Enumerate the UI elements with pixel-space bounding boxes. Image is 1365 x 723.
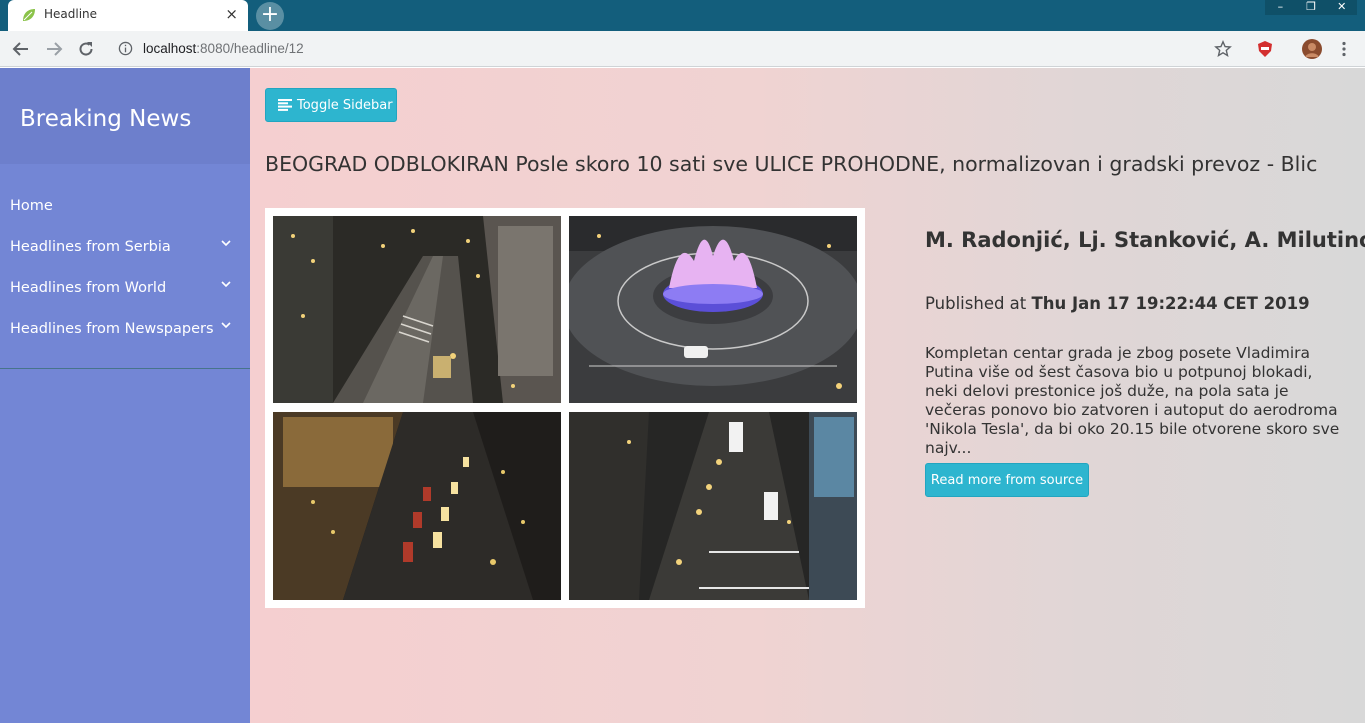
url-path: :8080/headline/12 [196, 41, 304, 56]
reload-icon [79, 42, 93, 56]
page: Breaking News Home Headlines from Serbia… [0, 68, 1365, 723]
window-controls: – ❐ ✕ [1265, 0, 1357, 15]
article-image[interactable] [265, 208, 865, 608]
browser-menu-button[interactable] [1334, 39, 1354, 59]
sidebar: Breaking News Home Headlines from Serbia… [0, 68, 250, 723]
url-host: localhost [143, 41, 197, 56]
reload-button[interactable] [74, 37, 98, 61]
chevron-down-icon [221, 240, 231, 247]
tab-title: Headline [44, 7, 98, 21]
adblock-extension-button[interactable] [1255, 39, 1275, 59]
profile-avatar [1302, 39, 1322, 59]
back-arrow-icon [12, 42, 28, 56]
minimize-button[interactable]: – [1265, 0, 1296, 15]
photo-street-night [273, 216, 561, 403]
kebab-menu-icon [1342, 41, 1346, 57]
new-tab-button[interactable]: + [256, 2, 284, 30]
chevron-down-icon [221, 322, 231, 329]
sidebar-title: Breaking News [0, 68, 250, 164]
browser-tab[interactable]: Headline × [8, 0, 248, 31]
url-text[interactable]: localhost:8080/headline/12 [143, 41, 304, 56]
sidebar-item-label: Headlines from Newspapers [10, 320, 214, 337]
profile-button[interactable] [1302, 39, 1322, 59]
photo-boulevard-traffic [273, 412, 561, 600]
forward-arrow-icon [47, 42, 63, 56]
browser-titlebar: Headline × + – ❐ ✕ [0, 0, 1365, 31]
sidebar-item-headlines-newspapers[interactable]: Headlines from Newspapers [0, 308, 250, 349]
leaf-favicon [23, 9, 35, 21]
photo-fountain [569, 216, 857, 403]
chevron-down-icon [221, 281, 231, 288]
published-timestamp: Thu Jan 17 19:22:44 CET 2019 [1031, 294, 1310, 313]
main-content: Toggle Sidebar BEOGRAD ODBLOKIRAN Posle … [250, 68, 1365, 723]
adblock-icon [1258, 41, 1272, 57]
back-button[interactable] [9, 37, 33, 61]
sidebar-item-headlines-world[interactable]: Headlines from World [0, 267, 250, 308]
address-bar[interactable]: localhost:8080/headline/12 [110, 35, 1200, 63]
sidebar-menu: Home Headlines from Serbia Headlines fro… [0, 164, 250, 369]
sidebar-item-home[interactable]: Home [0, 185, 250, 226]
toggle-sidebar-label: Toggle Sidebar [297, 97, 393, 113]
published-date: Published at Thu Jan 17 19:22:44 CET 201… [925, 294, 1310, 313]
browser-toolbar: localhost:8080/headline/12 [0, 31, 1365, 67]
star-icon [1214, 40, 1232, 57]
sidebar-item-label: Headlines from Serbia [10, 238, 171, 255]
bookmark-star-button[interactable] [1213, 39, 1233, 59]
photo-intersection-night [569, 412, 857, 600]
article-author: M. Radonjić, Lj. Stanković, A. Milutinov… [925, 228, 1365, 252]
info-icon[interactable] [118, 41, 133, 56]
article-summary: Kompletan centar grada je zbog posete Vl… [925, 344, 1340, 457]
read-more-button[interactable]: Read more from source [925, 463, 1089, 497]
align-left-icon [278, 99, 292, 111]
read-more-label: Read more from source [930, 472, 1084, 488]
forward-button[interactable] [42, 37, 66, 61]
restore-button[interactable]: ❐ [1296, 0, 1327, 15]
article-headline: BEOGRAD ODBLOKIRAN Posle skoro 10 sati s… [265, 152, 1318, 176]
sidebar-item-label: Headlines from World [10, 279, 167, 296]
toggle-sidebar-button[interactable]: Toggle Sidebar [265, 88, 397, 122]
close-window-button[interactable]: ✕ [1326, 0, 1357, 15]
published-prefix: Published at [925, 294, 1027, 313]
sidebar-item-label: Home [10, 197, 53, 214]
sidebar-item-headlines-serbia[interactable]: Headlines from Serbia [0, 226, 250, 267]
tab-close-icon[interactable]: × [225, 5, 238, 23]
